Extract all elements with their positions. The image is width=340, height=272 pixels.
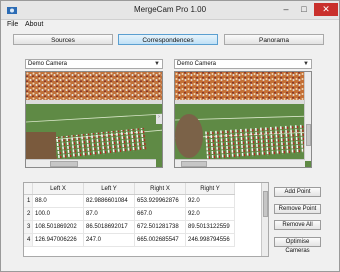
row-number: 3 bbox=[24, 220, 33, 234]
scroll-right-icon[interactable]: › bbox=[156, 114, 162, 124]
table-vertical-scrollbar[interactable] bbox=[261, 183, 268, 256]
menu-about[interactable]: About bbox=[25, 21, 43, 28]
cell-left-x[interactable]: 88.0 bbox=[32, 194, 84, 208]
right-camera-value: Demo Camera bbox=[177, 61, 217, 67]
cell-left-y[interactable]: 247.0 bbox=[83, 233, 135, 247]
cell-right-y[interactable]: 92.0 bbox=[185, 194, 235, 208]
table-row[interactable]: 1 88.0 82.9886601084 653.929962876 92.0 bbox=[24, 194, 235, 208]
cell-left-x[interactable]: 100.0 bbox=[32, 207, 84, 221]
right-camera-view[interactable] bbox=[174, 71, 312, 168]
tab-sources[interactable]: Sources bbox=[13, 34, 113, 45]
maximize-button[interactable]: □ bbox=[295, 3, 313, 16]
menu-file[interactable]: File bbox=[7, 21, 18, 28]
horizontal-scrollbar[interactable] bbox=[26, 159, 156, 167]
chevron-down-icon: ▼ bbox=[303, 61, 309, 67]
table-header-row: Left X Left Y Right X Right Y bbox=[24, 183, 235, 195]
horizontal-scrollbar[interactable] bbox=[175, 159, 305, 167]
cell-left-y[interactable]: 87.0 bbox=[83, 207, 135, 221]
cell-left-x[interactable]: 126.947006226 bbox=[32, 233, 84, 247]
cell-right-x[interactable]: 653.929962876 bbox=[134, 194, 186, 208]
cell-right-x[interactable]: 672.501281738 bbox=[134, 220, 186, 234]
cell-right-y[interactable]: 89.5013122559 bbox=[185, 220, 235, 234]
right-camera-image bbox=[175, 72, 311, 167]
menu-bar: File About bbox=[1, 20, 339, 31]
scrollbar-thumb[interactable] bbox=[306, 124, 311, 146]
cell-right-y[interactable]: 92.0 bbox=[185, 207, 235, 221]
column-header-left-x[interactable]: Left X bbox=[32, 183, 84, 195]
add-point-button[interactable]: Add Point bbox=[274, 187, 321, 197]
table-row[interactable]: 4 126.947006226 247.0 665.002685547 246.… bbox=[24, 233, 235, 247]
left-camera-view[interactable]: › bbox=[25, 71, 163, 168]
tab-correspondences[interactable]: Correspondences bbox=[118, 34, 218, 45]
column-header-left-y[interactable]: Left Y bbox=[83, 183, 135, 195]
table-row[interactable]: 2 100.0 87.0 667.0 92.0 bbox=[24, 207, 235, 221]
tab-panorama[interactable]: Panorama bbox=[224, 34, 324, 45]
row-number: 4 bbox=[24, 233, 33, 247]
close-button[interactable]: ✕ bbox=[314, 3, 338, 16]
correspondence-table: Left X Left Y Right X Right Y 1 88.0 82.… bbox=[23, 182, 269, 257]
cell-right-x[interactable]: 665.002685547 bbox=[134, 233, 186, 247]
table-row[interactable]: 3 108.501869202 86.5018692017 672.501281… bbox=[24, 220, 235, 234]
column-header-right-y[interactable]: Right Y bbox=[185, 183, 235, 195]
remove-all-button[interactable]: Remove All bbox=[274, 220, 321, 230]
cell-right-x[interactable]: 667.0 bbox=[134, 207, 186, 221]
column-header-index bbox=[24, 183, 33, 195]
chevron-down-icon: ▼ bbox=[154, 61, 160, 67]
cell-left-y[interactable]: 86.5018692017 bbox=[83, 220, 135, 234]
cell-left-x[interactable]: 108.501869202 bbox=[32, 220, 84, 234]
left-camera-image bbox=[26, 72, 162, 167]
remove-point-button[interactable]: Remove Point bbox=[274, 204, 321, 214]
column-header-right-x[interactable]: Right X bbox=[134, 183, 186, 195]
row-number: 2 bbox=[24, 207, 33, 221]
scrollbar-thumb[interactable] bbox=[50, 161, 78, 167]
cell-left-y[interactable]: 82.9886601084 bbox=[83, 194, 135, 208]
row-number: 1 bbox=[24, 194, 33, 208]
vertical-scrollbar[interactable] bbox=[304, 72, 311, 161]
title-bar: MergeCam Pro 1.00 – □ ✕ bbox=[1, 1, 339, 20]
right-camera-select[interactable]: Demo Camera ▼ bbox=[174, 59, 312, 69]
optimise-cameras-button[interactable]: Optimise Cameras bbox=[274, 237, 321, 254]
cell-right-y[interactable]: 246.998794556 bbox=[185, 233, 235, 247]
scrollbar-thumb[interactable] bbox=[263, 191, 268, 217]
minimize-button[interactable]: – bbox=[277, 3, 295, 16]
left-camera-select[interactable]: Demo Camera ▼ bbox=[25, 59, 163, 69]
app-window: MergeCam Pro 1.00 – □ ✕ File About Sourc… bbox=[0, 0, 340, 272]
left-camera-value: Demo Camera bbox=[28, 61, 68, 67]
scrollbar-thumb[interactable] bbox=[181, 161, 207, 167]
